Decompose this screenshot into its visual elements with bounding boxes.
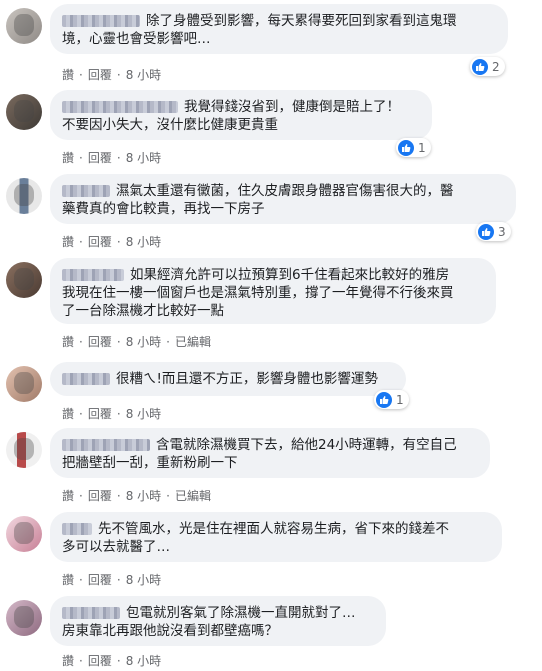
like-reaction-icon [472,58,488,75]
avatar[interactable] [6,600,42,636]
reaction-badge[interactable]: 3 [476,222,511,241]
comment-text-line: 含電就除濕機買下去，給他24小時運轉，有空自己 [156,437,457,453]
avatar[interactable] [6,262,42,298]
reaction-badge[interactable]: 2 [470,57,505,76]
timestamp[interactable]: 8 小時 [126,405,161,422]
comment-actions: 讚 · 回覆 · 8 小時 [62,66,162,83]
timestamp[interactable]: 8 小時 [126,571,161,588]
comment-text-line: 了一台除濕機才比較好一點 [62,303,224,319]
blurred-username[interactable] [62,15,140,27]
timestamp[interactable]: 8 小時 [126,333,161,350]
edited-label[interactable]: 已編輯 [175,487,211,504]
reaction-count: 1 [418,140,426,155]
reaction-count: 3 [498,224,506,239]
comment-text-line: 除了身體受到影響，每天累得要死回到家看到這鬼環 [146,13,457,29]
blurred-username[interactable] [62,373,110,385]
comment-text-line: 房東靠北再跟他說沒看到都壁癌嗎？ [62,623,278,639]
reply-link[interactable]: 回覆 [88,233,112,250]
timestamp[interactable]: 8 小時 [126,652,161,669]
comment-actions: 讚 · 回覆 · 8 小時 · 已編輯 [62,333,211,350]
like-link[interactable]: 讚 [62,149,74,166]
comment-text-line: 藥費真的會比較貴，再找一下房子 [62,201,265,217]
comment-actions: 讚 · 回覆 · 8 小時 [62,233,162,250]
avatar[interactable] [6,178,42,214]
avatar[interactable] [6,94,42,130]
comment-text-line: 濕氣太重還有黴菌，住久皮膚跟身體器官傷害很大的，醫 [116,183,454,199]
blurred-username[interactable] [62,101,178,113]
comment-text-line: 不要因小失大，沒什麼比健康更貴重 [62,117,278,133]
reply-link[interactable]: 回覆 [88,66,112,83]
comment-text-line: 把牆壁刮一刮，重新粉刷一下 [62,455,238,471]
comment-actions: 讚 · 回覆 · 8 小時 · 已編輯 [62,487,211,504]
like-link[interactable]: 讚 [62,571,74,588]
like-link[interactable]: 讚 [62,405,74,422]
reply-link[interactable]: 回覆 [88,405,112,422]
comment-text-line: 我現在住一樓一個窗戶也是濕氣特別重，撐了一年覺得不行後來買 [62,285,454,301]
blurred-username[interactable] [62,269,124,281]
avatar[interactable] [6,8,42,44]
comment-bubble: 濕氣太重還有黴菌，住久皮膚跟身體器官傷害很大的，醫 藥費真的會比較貴，再找一下房… [50,174,516,224]
blurred-username[interactable] [62,523,92,535]
reaction-count: 1 [396,392,404,407]
comment-actions: 讚 · 回覆 · 8 小時 [62,571,162,588]
comment-text-line: 我覺得錢沒省到，健康倒是賠上了！ [184,99,400,115]
reply-link[interactable]: 回覆 [88,487,112,504]
comment-text-line: 多可以去就醫了… [62,539,170,555]
comment-text-line: 先不管風水，光是住在裡面人就容易生病，省下來的錢差不 [98,521,449,537]
comment-actions: 讚 · 回覆 · 8 小時 [62,405,162,422]
reaction-count: 2 [492,59,500,74]
comment-bubble: 很糟ㄟ!而且還不方正，影響身體也影響運勢 [50,362,406,396]
timestamp[interactable]: 8 小時 [126,233,161,250]
comment-actions: 讚 · 回覆 · 8 小時 [62,652,162,669]
like-reaction-icon [478,223,494,240]
comment-actions: 讚 · 回覆 · 8 小時 [62,149,162,166]
blurred-username[interactable] [62,439,150,451]
like-reaction-icon [398,139,414,156]
comment-bubble: 如果經濟允許可以拉預算到6千住看起來比較好的雅房 我現在住一樓一個窗戶也是濕氣特… [50,258,496,324]
avatar[interactable] [6,432,42,468]
comment-bubble: 含電就除濕機買下去，給他24小時運轉，有空自己 把牆壁刮一刮，重新粉刷一下 [50,428,490,478]
like-link[interactable]: 讚 [62,333,74,350]
avatar[interactable] [6,516,42,552]
like-link[interactable]: 讚 [62,233,74,250]
comment-text-line: 很糟ㄟ!而且還不方正，影響身體也影響運勢 [116,371,378,387]
like-link[interactable]: 讚 [62,652,74,669]
like-link[interactable]: 讚 [62,487,74,504]
comment-text-line: 如果經濟允許可以拉預算到6千住看起來比較好的雅房 [130,267,450,283]
reply-link[interactable]: 回覆 [88,149,112,166]
reply-link[interactable]: 回覆 [88,652,112,669]
avatar[interactable] [6,366,42,402]
comment-bubble: 先不管風水，光是住在裡面人就容易生病，省下來的錢差不 多可以去就醫了… [50,512,502,562]
timestamp[interactable]: 8 小時 [126,149,161,166]
timestamp[interactable]: 8 小時 [126,487,161,504]
like-reaction-icon [376,391,392,408]
comment-bubble: 除了身體受到影響，每天累得要死回到家看到這鬼環 境，心靈也會受影響吧… [50,4,508,54]
comment-text-line: 包電就別客氣了除濕機一直開就對了… [126,605,356,621]
comment-bubble: 包電就別客氣了除濕機一直開就對了… 房東靠北再跟他說沒看到都壁癌嗎？ [50,596,386,646]
timestamp[interactable]: 8 小時 [126,66,161,83]
comment-text-line: 境，心靈也會受影響吧… [62,31,211,47]
blurred-username[interactable] [62,607,120,619]
reaction-badge[interactable]: 1 [374,390,409,409]
like-link[interactable]: 讚 [62,66,74,83]
blurred-username[interactable] [62,185,110,197]
reply-link[interactable]: 回覆 [88,571,112,588]
edited-label[interactable]: 已編輯 [175,333,211,350]
comment-bubble: 我覺得錢沒省到，健康倒是賠上了！ 不要因小失大，沒什麼比健康更貴重 [50,90,432,140]
reaction-badge[interactable]: 1 [396,138,431,157]
reply-link[interactable]: 回覆 [88,333,112,350]
